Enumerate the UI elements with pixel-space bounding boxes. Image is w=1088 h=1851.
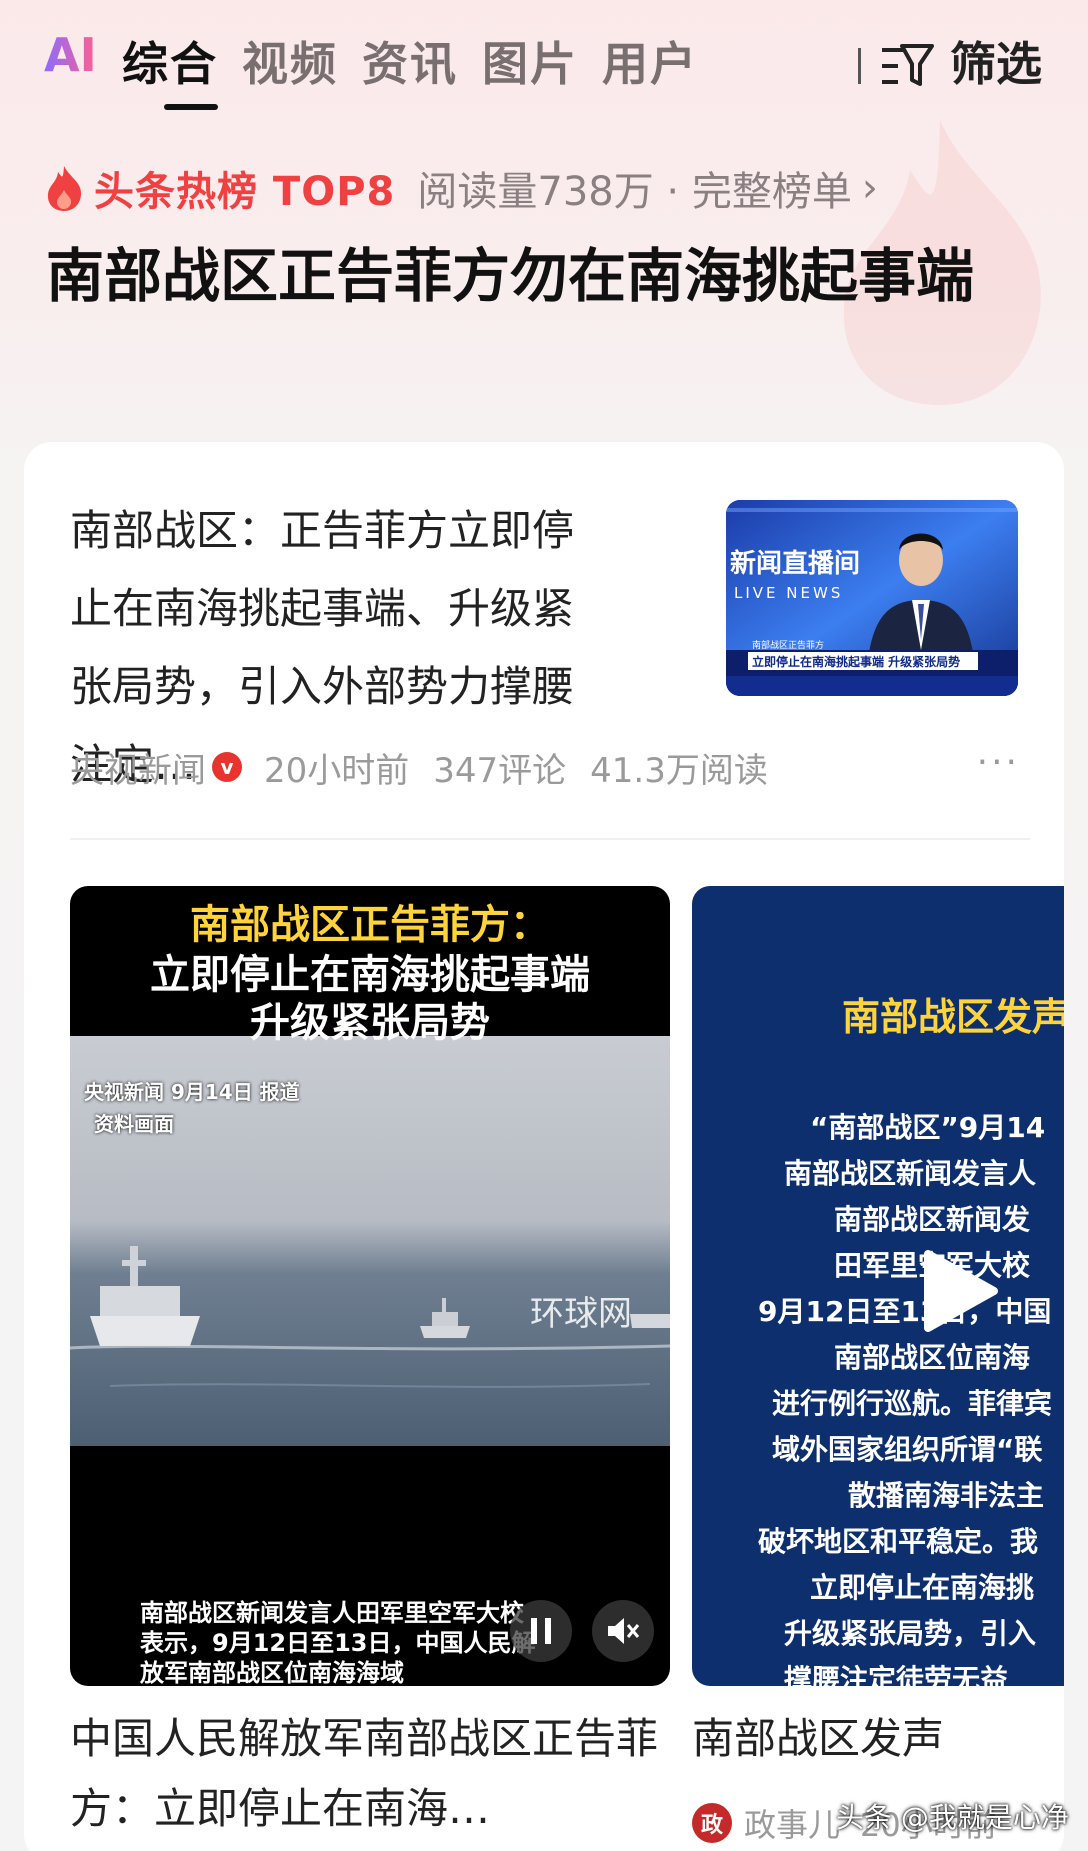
source-logo-icon: 政	[692, 1803, 732, 1843]
play-icon[interactable]	[912, 1246, 1002, 1336]
card-divider	[70, 838, 1030, 840]
author-watermark: 头条 @我就是心净	[836, 1801, 1069, 1834]
video2-line: 破坏地区和平稳定。我	[758, 1525, 1039, 1558]
publish-time: 20小时前	[264, 750, 410, 791]
thumb-show-en: LIVE NEWS	[734, 584, 843, 602]
thumb-ticker: 立即停止在南海挑起事端 升级紧张局势	[752, 654, 960, 669]
video-card-2[interactable]: 南部战区发声 “南部战区”9月14 南部战区新闻发言人 南部战区新闻发 田军里空…	[692, 886, 1064, 1686]
video2-line: “南部战区”9月14	[810, 1111, 1046, 1144]
hot-list-title: 头条热榜 TOP8	[94, 169, 396, 215]
thumb-show-name: 新闻直播间	[730, 548, 860, 579]
video2-line: 散播南海非法主	[848, 1479, 1045, 1512]
flame-icon	[47, 166, 82, 211]
hot-list-meta[interactable]: 阅读量738万 · 完整榜单	[417, 159, 852, 217]
video2-overlay-title: 南部战区发声	[842, 995, 1064, 1039]
video-watermark: 环球网	[530, 1294, 632, 1334]
video2-title[interactable]: 南部战区发声	[692, 1704, 1064, 1774]
tab-comprehensive[interactable]: 综合	[122, 28, 218, 94]
video2-text-lines: “南部战区”9月14 南部战区新闻发言人 南部战区新闻发 田军里空军大校 9月1…	[692, 1106, 1064, 1686]
video2-line: 域外国家组织所谓“联	[772, 1433, 1043, 1466]
topic-headline[interactable]: 南部战区正告菲方勿在南海挑起事端	[46, 236, 1026, 316]
chevron-right-icon[interactable]: ›	[862, 165, 878, 211]
tab-ai[interactable]: AI	[44, 28, 97, 82]
news-anchor-image: 新闻直播间 LIVE NEWS 立即停止在南海挑起事端 升级紧张局势 南部战区正…	[726, 500, 1018, 696]
video2-line: 立即停止在南海挑	[810, 1571, 1035, 1604]
video-card-1[interactable]: 南部战区正告菲方： 立即停止在南海挑起事端 升级紧张局势 央视新闻 9月14日 …	[70, 886, 670, 1686]
video-archive-label: 资料画面	[94, 1112, 174, 1136]
video-report-label: 央视新闻 9月14日 报道	[84, 1080, 300, 1104]
video2-line: 南部战区新闻发言人	[784, 1157, 1037, 1190]
video2-line: 升级紧张局势，引入	[784, 1617, 1037, 1650]
tab-news[interactable]: 资讯	[362, 28, 458, 94]
video1-title[interactable]: 中国人民解放军南部战区正告菲方：立即停止在南海…	[70, 1704, 670, 1844]
video2-line: 田军里空军大校	[692, 1244, 1064, 1290]
filter-button[interactable]: 筛选	[950, 28, 1042, 94]
thumb-ticker-small: 南部战区正告菲方	[752, 639, 824, 651]
tab-images[interactable]: 图片	[482, 28, 578, 94]
search-tabs: AI 综合 视频 资讯 图片 用户 筛选	[0, 0, 1088, 120]
video2-line: 9月12日至13日，中国	[758, 1295, 1052, 1328]
muted-speaker-icon	[608, 1618, 640, 1644]
filter-icon[interactable]	[880, 40, 934, 90]
pause-icon	[531, 1618, 551, 1644]
result-card: 南部战区：正告菲方立即停止在南海挑起事端、升级紧张局势，引入外部势力撑腰注定… …	[24, 442, 1064, 1851]
video2-line: 进行例行巡航。菲律宾	[772, 1387, 1053, 1420]
video-subtitle: 南部战区新闻发言人田军里空军大校表示，9月12日至13日，中国人民解放军南部战区…	[140, 1599, 536, 1686]
video2-source-name: 政事儿	[744, 1806, 841, 1844]
tab-video[interactable]: 视频	[242, 28, 338, 94]
read-count: 41.3万阅读	[590, 750, 768, 791]
video-caption-line3: 升级紧张局势	[250, 1000, 490, 1046]
article-thumbnail[interactable]: 新闻直播间 LIVE NEWS 立即停止在南海挑起事端 升级紧张局势 南部战区正…	[726, 500, 1018, 696]
article-meta: 央视新闻 v 20小时前 347评论 41.3万阅读 ···	[70, 742, 1030, 792]
hot-list-row[interactable]: 头条热榜 TOP8 阅读量738万 · 完整榜单 ›	[44, 160, 878, 216]
mute-button[interactable]	[592, 1600, 654, 1662]
tab-users[interactable]: 用户	[602, 28, 698, 94]
tabs-divider	[858, 48, 861, 84]
source-name[interactable]: 央视新闻	[70, 743, 206, 792]
verified-badge-icon: v	[212, 752, 242, 782]
comment-count: 347评论	[433, 750, 567, 791]
more-options-icon[interactable]: ···	[977, 742, 1020, 783]
pause-button[interactable]	[510, 1600, 572, 1662]
video2-line: 撑腰注定徒劳无益	[784, 1663, 1009, 1686]
video2-line: 南部战区新闻发	[834, 1203, 1031, 1236]
active-tab-indicator	[164, 104, 218, 110]
video2-line: 南部战区位南海	[834, 1341, 1031, 1374]
